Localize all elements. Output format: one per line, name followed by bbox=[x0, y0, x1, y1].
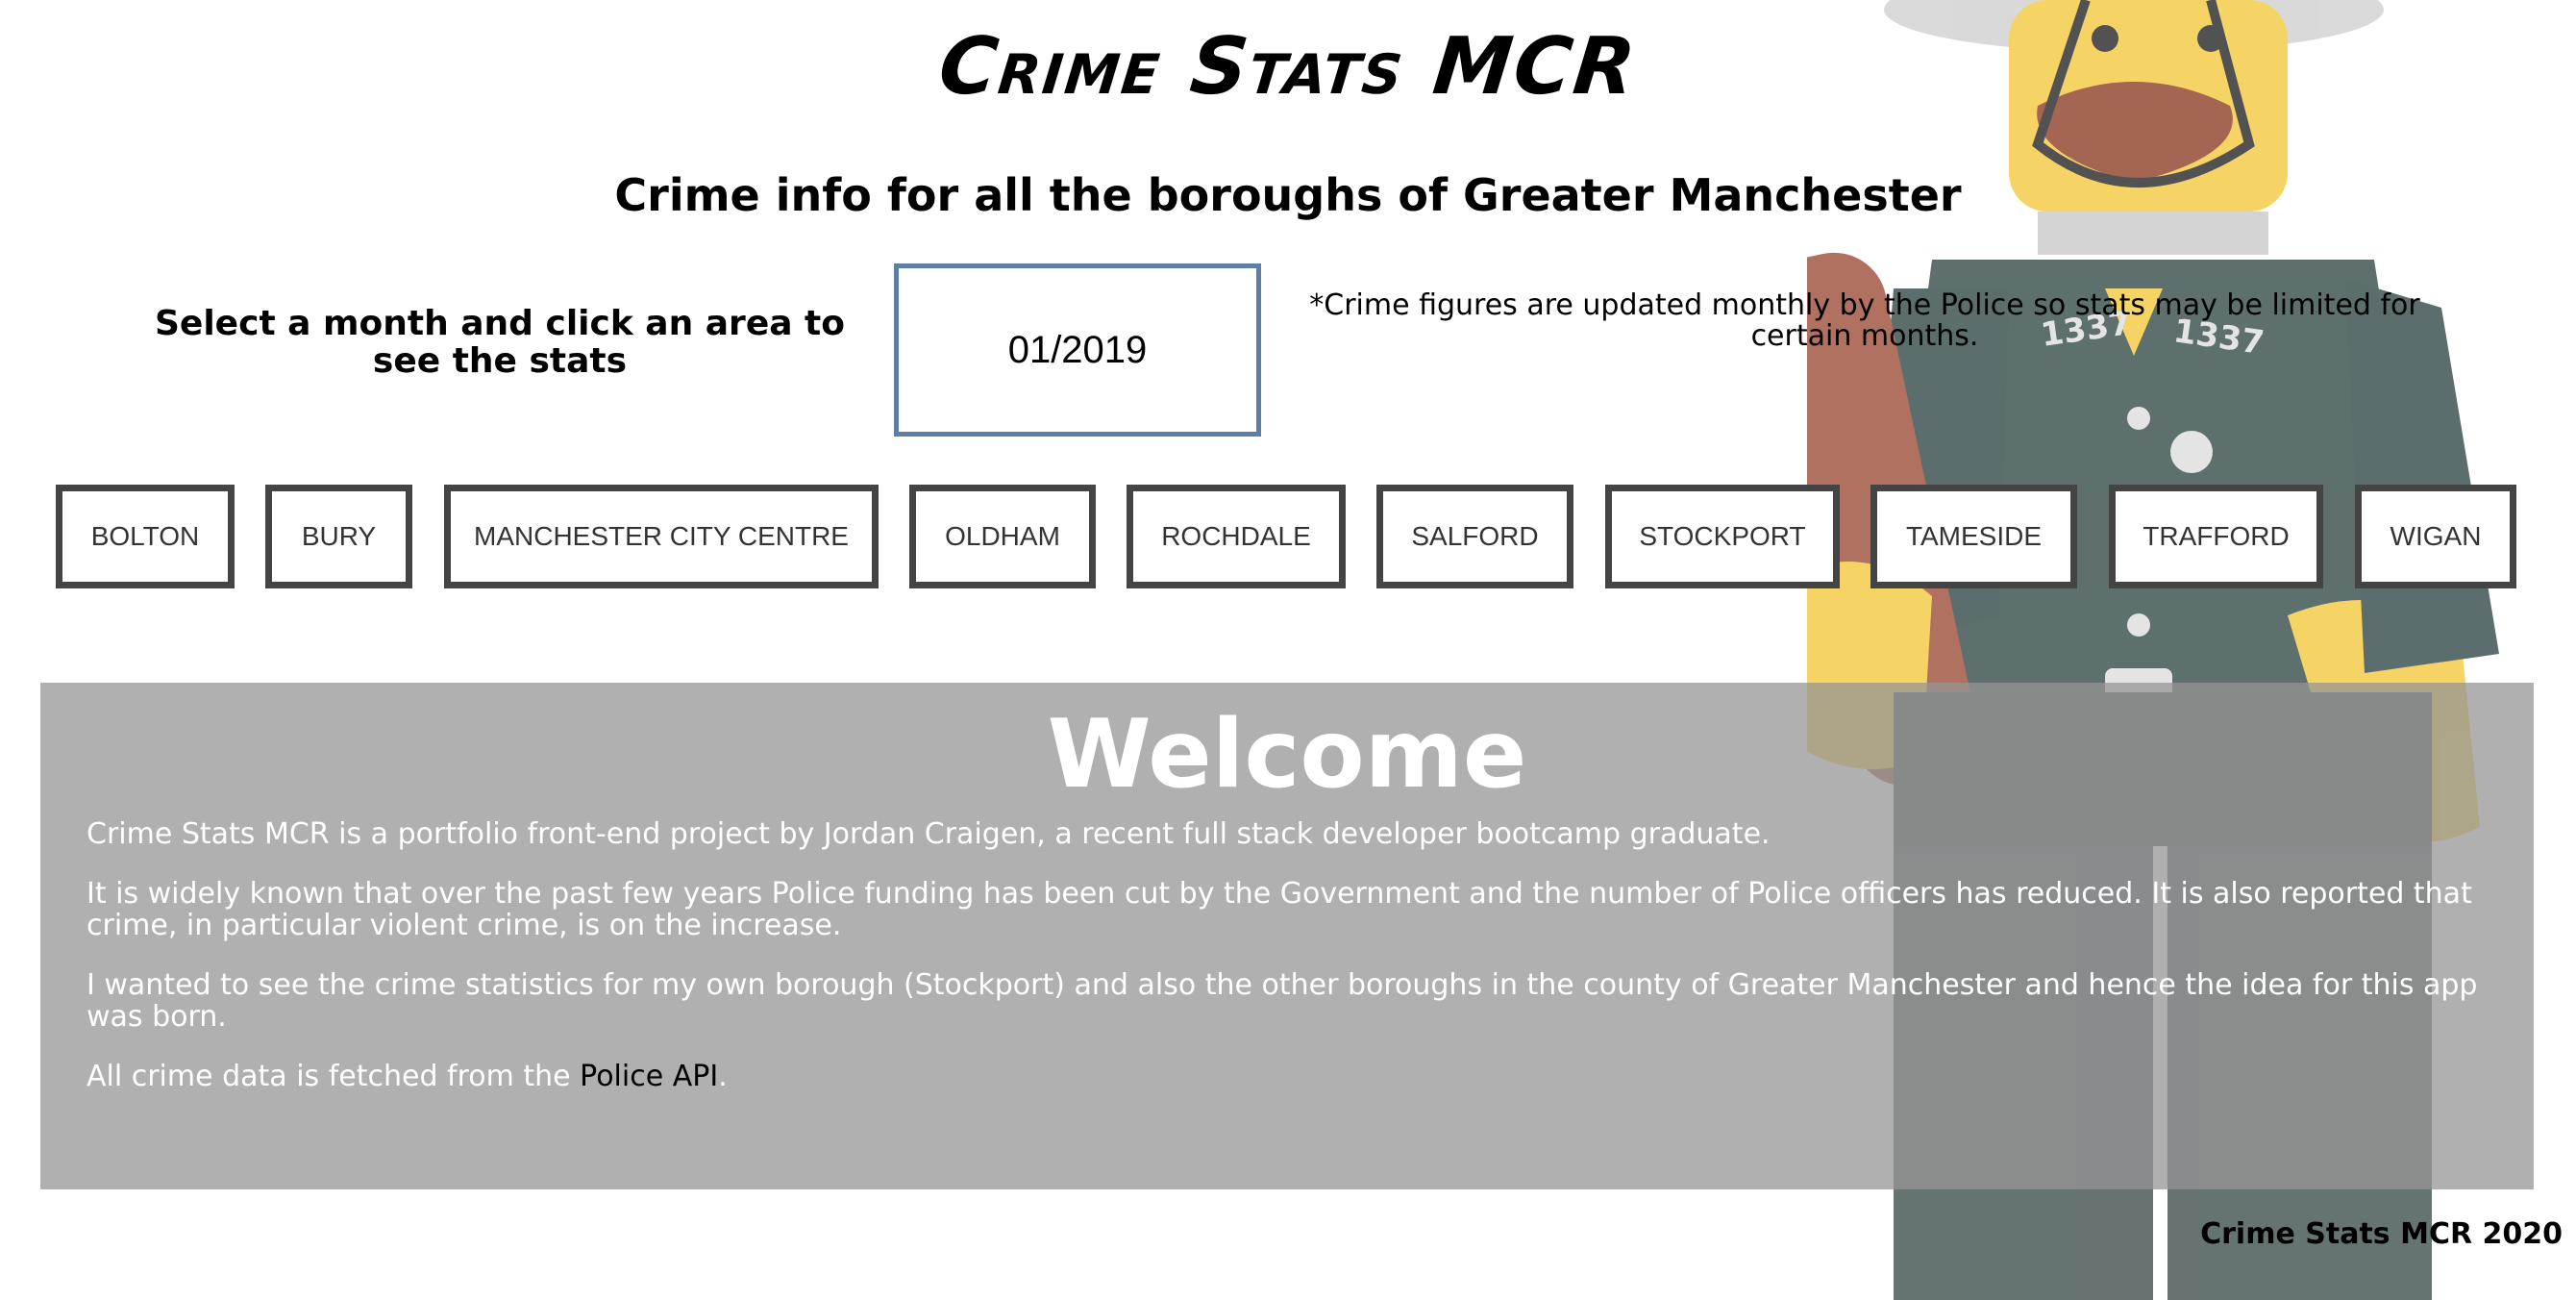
welcome-title: Welcome bbox=[1047, 700, 1527, 810]
source-suffix-text: . bbox=[718, 1059, 728, 1093]
borough-button-trafford[interactable]: TRAFFORD bbox=[2109, 485, 2323, 588]
borough-button-bolton[interactable]: BOLTON bbox=[56, 485, 235, 588]
month-picker-input[interactable]: 01/2019 bbox=[894, 263, 1261, 437]
borough-button-manchester-city-centre[interactable]: MANCHESTER CITY CENTRE bbox=[444, 485, 879, 588]
page-subtitle: Crime info for all the boroughs of Great… bbox=[614, 169, 1962, 221]
borough-button-wigan[interactable]: WIGAN bbox=[2355, 485, 2516, 588]
welcome-panel: Welcome Crime Stats MCR is a portfolio f… bbox=[40, 683, 2534, 1189]
police-api-link[interactable]: Police API bbox=[580, 1060, 718, 1093]
borough-button-oldham[interactable]: OLDHAM bbox=[909, 485, 1096, 588]
borough-button-stockport[interactable]: STOCKPORT bbox=[1605, 485, 1840, 588]
footer-text: Crime Stats MCR 2020 bbox=[2200, 1217, 2563, 1251]
borough-button-tameside[interactable]: TAMESIDE bbox=[1870, 485, 2077, 588]
welcome-paragraph-funding: It is widely known that over the past fe… bbox=[87, 877, 2472, 942]
borough-button-row: BOLTON BURY MANCHESTER CITY CENTRE OLDHA… bbox=[0, 485, 2576, 588]
borough-button-bury[interactable]: BURY bbox=[265, 485, 412, 588]
welcome-paragraph-intro: Crime Stats MCR is a portfolio front-end… bbox=[87, 817, 1771, 851]
source-prefix-text: All crime data is fetched from the bbox=[87, 1059, 581, 1093]
site-title: Crime Stats MCR bbox=[934, 21, 1642, 112]
borough-button-salford[interactable]: SALFORD bbox=[1376, 485, 1573, 588]
update-note: *Crime figures are updated monthly by th… bbox=[1309, 288, 2420, 353]
welcome-paragraph-source: All crime data is fetched from the Polic… bbox=[87, 1059, 2488, 1093]
welcome-paragraph-motivation: I wanted to see the crime statistics for… bbox=[87, 968, 2478, 1034]
borough-button-rochdale[interactable]: ROCHDALE bbox=[1127, 485, 1346, 588]
instructions-text: Select a month and click an area to see … bbox=[155, 304, 845, 381]
